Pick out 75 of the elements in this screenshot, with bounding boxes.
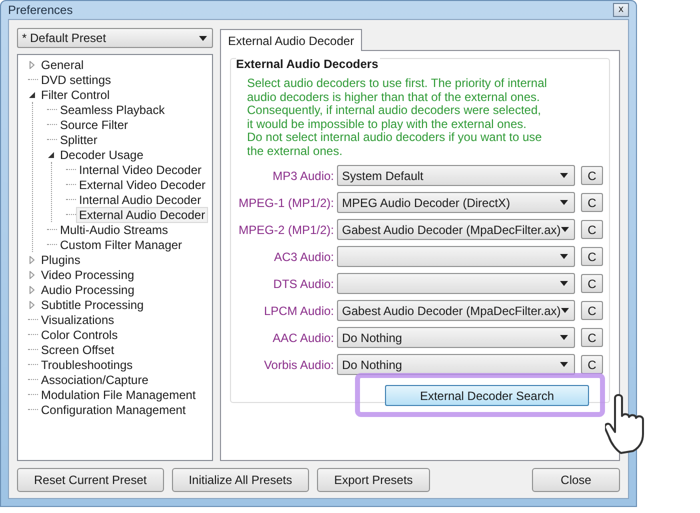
- collapsed-arrow-icon[interactable]: [28, 270, 36, 278]
- tree-item[interactable]: External Video Decoder: [76, 176, 209, 192]
- decoder-dropdown[interactable]: MPEG Audio Decoder (DirectX): [337, 192, 575, 213]
- tree-item[interactable]: Source Filter: [57, 116, 132, 132]
- collapsed-arrow-icon[interactable]: [28, 256, 36, 264]
- preset-dropdown[interactable]: * Default Preset: [17, 28, 213, 48]
- tree-item[interactable]: Multi-Audio Streams: [57, 222, 172, 238]
- caret-icon: [560, 281, 568, 286]
- tree-item[interactable]: Internal Video Decoder: [76, 162, 205, 178]
- caret-icon: [560, 254, 568, 259]
- tree-item[interactable]: General: [38, 56, 87, 72]
- clear-button[interactable]: C: [581, 220, 603, 239]
- tree-item[interactable]: Audio Processing: [38, 282, 138, 298]
- caret-icon: [199, 36, 207, 40]
- decoder-dropdown[interactable]: System Default: [337, 165, 575, 186]
- decoder-dropdown[interactable]: [337, 246, 575, 267]
- decoder-dropdown[interactable]: Do Nothing: [337, 327, 575, 348]
- tab[interactable]: External Audio Decoder: [220, 29, 362, 51]
- decoder-search-button[interactable]: External Decoder Search: [385, 385, 589, 406]
- decoder-dropdown[interactable]: Do Nothing: [337, 354, 575, 375]
- decoder-label: LPCM Audio:: [262, 304, 334, 318]
- dialog-button[interactable]: Reset Current Preset: [17, 468, 164, 492]
- caret-icon: [560, 308, 569, 313]
- decoder-dropdown[interactable]: Gabest Audio Decoder (MpaDecFilter.ax): [337, 219, 575, 240]
- clear-button[interactable]: C: [581, 274, 603, 293]
- decoder-dropdown[interactable]: Gabest Audio Decoder (MpaDecFilter.ax): [337, 300, 575, 321]
- decoder-label: AC3 Audio:: [272, 250, 334, 264]
- collapsed-arrow-icon[interactable]: [28, 60, 36, 68]
- tree-item[interactable]: Association/Capture: [38, 372, 152, 388]
- decoder-label: DTS Audio:: [272, 276, 334, 290]
- caret-icon: [560, 200, 568, 205]
- tree-item[interactable]: DVD settings: [38, 72, 114, 88]
- tree-item[interactable]: External Audio Decoder: [76, 206, 208, 222]
- clear-button[interactable]: C: [581, 166, 603, 185]
- collapsed-arrow-icon[interactable]: [28, 300, 36, 308]
- caret-icon: [560, 362, 568, 367]
- decoder-dropdown[interactable]: [337, 273, 575, 294]
- expanded-arrow-icon[interactable]: [47, 150, 55, 158]
- expanded-arrow-icon[interactable]: [28, 90, 36, 98]
- tree-item[interactable]: Subtitle Processing: [38, 296, 147, 312]
- decoder-label: MPEG-2 (MP1/2):: [238, 222, 334, 236]
- caret-icon: [560, 173, 568, 178]
- dialog-button[interactable]: Initialize All Presets: [172, 468, 310, 492]
- decoder-label: Vorbis Audio:: [262, 358, 334, 372]
- tree-item[interactable]: Seamless Playback: [57, 102, 168, 118]
- caret-icon: [560, 227, 569, 232]
- decoder-label: MP3 Audio:: [272, 168, 334, 182]
- group-title: External Audio Decoders: [236, 57, 380, 71]
- decoder-label: AAC Audio:: [272, 330, 334, 344]
- tree-item[interactable]: Troubleshootings: [38, 356, 136, 372]
- tree-item[interactable]: Filter Control: [38, 86, 113, 102]
- tree-item[interactable]: Splitter: [57, 132, 100, 148]
- window-close-button[interactable]: x: [613, 3, 629, 17]
- dialog-button[interactable]: Close: [532, 468, 620, 492]
- tree-item[interactable]: Custom Filter Manager: [57, 236, 186, 252]
- clear-button[interactable]: C: [581, 247, 603, 266]
- description-text: Select audio decoders to use first. The priority of internal audio decoders is higher than that of the external ones. Consequently, if internal audio decoders were selected, it would be impossible to play with the external ones. Do not select internal audio decoders if you want to use the external ones.: [246, 75, 548, 158]
- tree-item[interactable]: Configuration Management: [38, 402, 189, 418]
- window-title: Preferences: [8, 3, 73, 17]
- tree-item[interactable]: Modulation File Management: [38, 386, 199, 402]
- clear-button[interactable]: C: [581, 301, 603, 320]
- tree-item[interactable]: Internal Audio Decoder: [76, 192, 204, 208]
- collapsed-arrow-icon[interactable]: [28, 286, 36, 294]
- tree-item[interactable]: Visualizations: [38, 312, 118, 328]
- dialog-button[interactable]: Export Presets: [317, 468, 430, 492]
- clear-button[interactable]: C: [581, 355, 603, 374]
- tree-item[interactable]: Decoder Usage: [57, 146, 146, 162]
- decoder-label: MPEG-1 (MP1/2):: [238, 196, 334, 210]
- tree-item[interactable]: Color Controls: [38, 326, 121, 342]
- tree-item[interactable]: Screen Offset: [38, 342, 118, 358]
- caret-icon: [560, 335, 568, 340]
- clear-button[interactable]: C: [581, 193, 603, 212]
- tree-item[interactable]: Plugins: [38, 252, 84, 268]
- clear-button[interactable]: C: [581, 328, 603, 347]
- tree-item[interactable]: Video Processing: [38, 266, 138, 282]
